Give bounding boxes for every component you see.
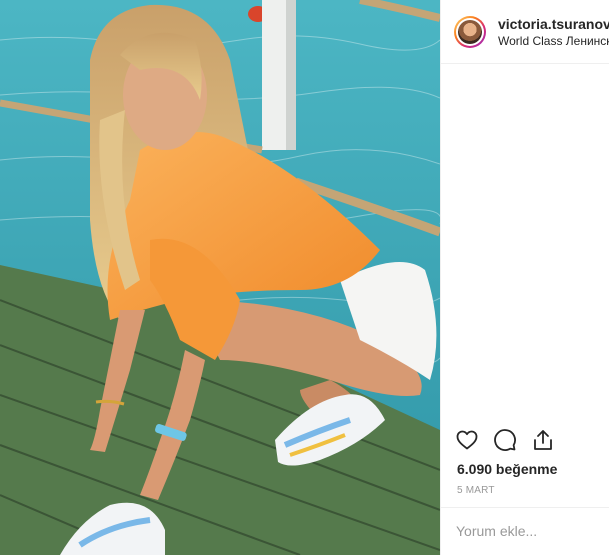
comment-bubble-icon[interactable] (493, 428, 517, 452)
location-link[interactable]: World Class Ленински (498, 33, 609, 49)
comment-bar (441, 507, 609, 556)
heart-icon[interactable] (455, 428, 479, 452)
action-bar (455, 428, 555, 452)
post-header: victoria.tsuranova World Class Ленински (441, 0, 609, 64)
username-link[interactable]: victoria.tsuranova (498, 15, 609, 33)
comment-input[interactable] (456, 523, 601, 539)
avatar[interactable] (454, 15, 486, 48)
share-icon[interactable] (531, 428, 555, 452)
likes-count[interactable]: 6.090 beğenme (457, 461, 557, 477)
post-date[interactable]: 5 MART (457, 485, 495, 496)
post-sidebar: victoria.tsuranova World Class Ленински … (440, 0, 609, 555)
post-photo[interactable] (0, 0, 440, 555)
